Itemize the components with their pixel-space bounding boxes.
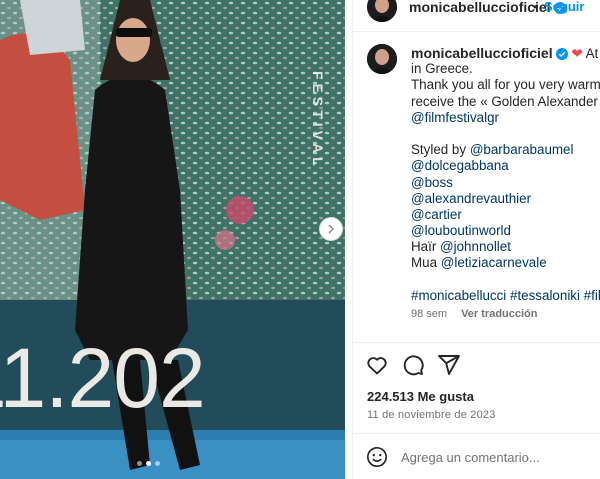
caption-text: monicabelluccioficiel ❤ At the in Greece…: [411, 45, 600, 304]
heart-emoji-icon: ❤: [571, 46, 583, 61]
like-heart-icon[interactable]: [365, 353, 389, 377]
mention-link[interactable]: @cartier: [411, 207, 600, 223]
likes-count[interactable]: 224.513 Me gusta: [367, 389, 474, 404]
post-side-panel: monicabelluccioficiel • Seguir monicabel…: [352, 0, 600, 479]
carousel-dots: [137, 461, 160, 466]
mention-stylist[interactable]: @barbarabaumel: [470, 142, 574, 157]
mention-link[interactable]: @dolcegabbana: [411, 158, 600, 174]
header-username[interactable]: monicabelluccioficiel: [409, 0, 566, 14]
mention-filmfestival[interactable]: @filmfestivalgr: [411, 110, 600, 126]
mua-label: Mua: [411, 255, 441, 271]
post-header: monicabelluccioficiel • Seguir: [353, 0, 600, 32]
comment-icon[interactable]: [401, 353, 425, 377]
mention-link[interactable]: @louboutinworld: [411, 223, 600, 239]
hashtags[interactable]: #monicabellucci #tessaloniki #filmfe: [411, 288, 600, 304]
caption-mua-line: Mua @letiziacarnevale: [411, 255, 600, 271]
photo-overlay-date: 11.202: [0, 331, 206, 425]
caption-line3: Thank you all for you very warm we: [411, 77, 600, 93]
mention-link[interactable]: @alexandrevauthier: [411, 191, 600, 207]
hair-label: Haïr: [411, 239, 441, 255]
photo-overlay-festival: FESTIVAL: [310, 71, 326, 170]
header-username-text[interactable]: monicabelluccioficiel: [409, 0, 551, 15]
bullet-separator: •: [533, 0, 538, 14]
share-send-icon[interactable]: [437, 353, 461, 377]
chevron-right-icon: [328, 224, 335, 234]
comment-bar: [353, 433, 600, 479]
avatar[interactable]: [367, 0, 397, 22]
caption-line1: At the: [585, 46, 600, 61]
emoji-smile-icon[interactable]: [366, 446, 388, 468]
mention-link[interactable]: @boss: [411, 175, 600, 191]
caption-line2: in Greece.: [411, 61, 473, 77]
carousel-next-button[interactable]: [319, 217, 343, 241]
post-date: 11 de noviembre de 2023: [367, 409, 496, 421]
caption-avatar[interactable]: [367, 44, 397, 74]
profile-picture-icon: [367, 0, 397, 22]
post-age: 98 sem: [411, 308, 448, 320]
comment-input[interactable]: [401, 446, 597, 468]
follow-button[interactable]: Seguir: [544, 0, 584, 14]
carousel-dot-active: [146, 461, 151, 466]
mention-hair[interactable]: @johnnollet: [440, 239, 511, 254]
verified-badge-icon: [555, 48, 568, 60]
carousel-dot: [155, 461, 160, 466]
caption-username[interactable]: monicabelluccioficiel: [411, 45, 553, 61]
see-translation-button[interactable]: Ver traducción: [461, 308, 537, 320]
caption-hair-line: Haïr @johnnollet: [411, 239, 600, 255]
caption-line4: receive the « Golden Alexander Aw: [411, 93, 600, 109]
mention-mua[interactable]: @letiziacarnevale: [441, 255, 547, 270]
carousel-dot: [137, 461, 142, 466]
profile-picture-icon: [367, 44, 397, 74]
post-actions: 224.513 Me gusta 11 de noviembre de 2023: [353, 342, 600, 479]
styled-by-label: Styled by: [411, 142, 470, 158]
caption-meta: 98 sem Ver traducción: [411, 308, 538, 320]
caption-line: monicabelluccioficiel ❤ At the: [411, 45, 600, 61]
caption-styled-line: Styled by @barbarabaumel: [411, 142, 600, 158]
post-photo[interactable]: FESTIVAL 11.202: [0, 0, 345, 479]
